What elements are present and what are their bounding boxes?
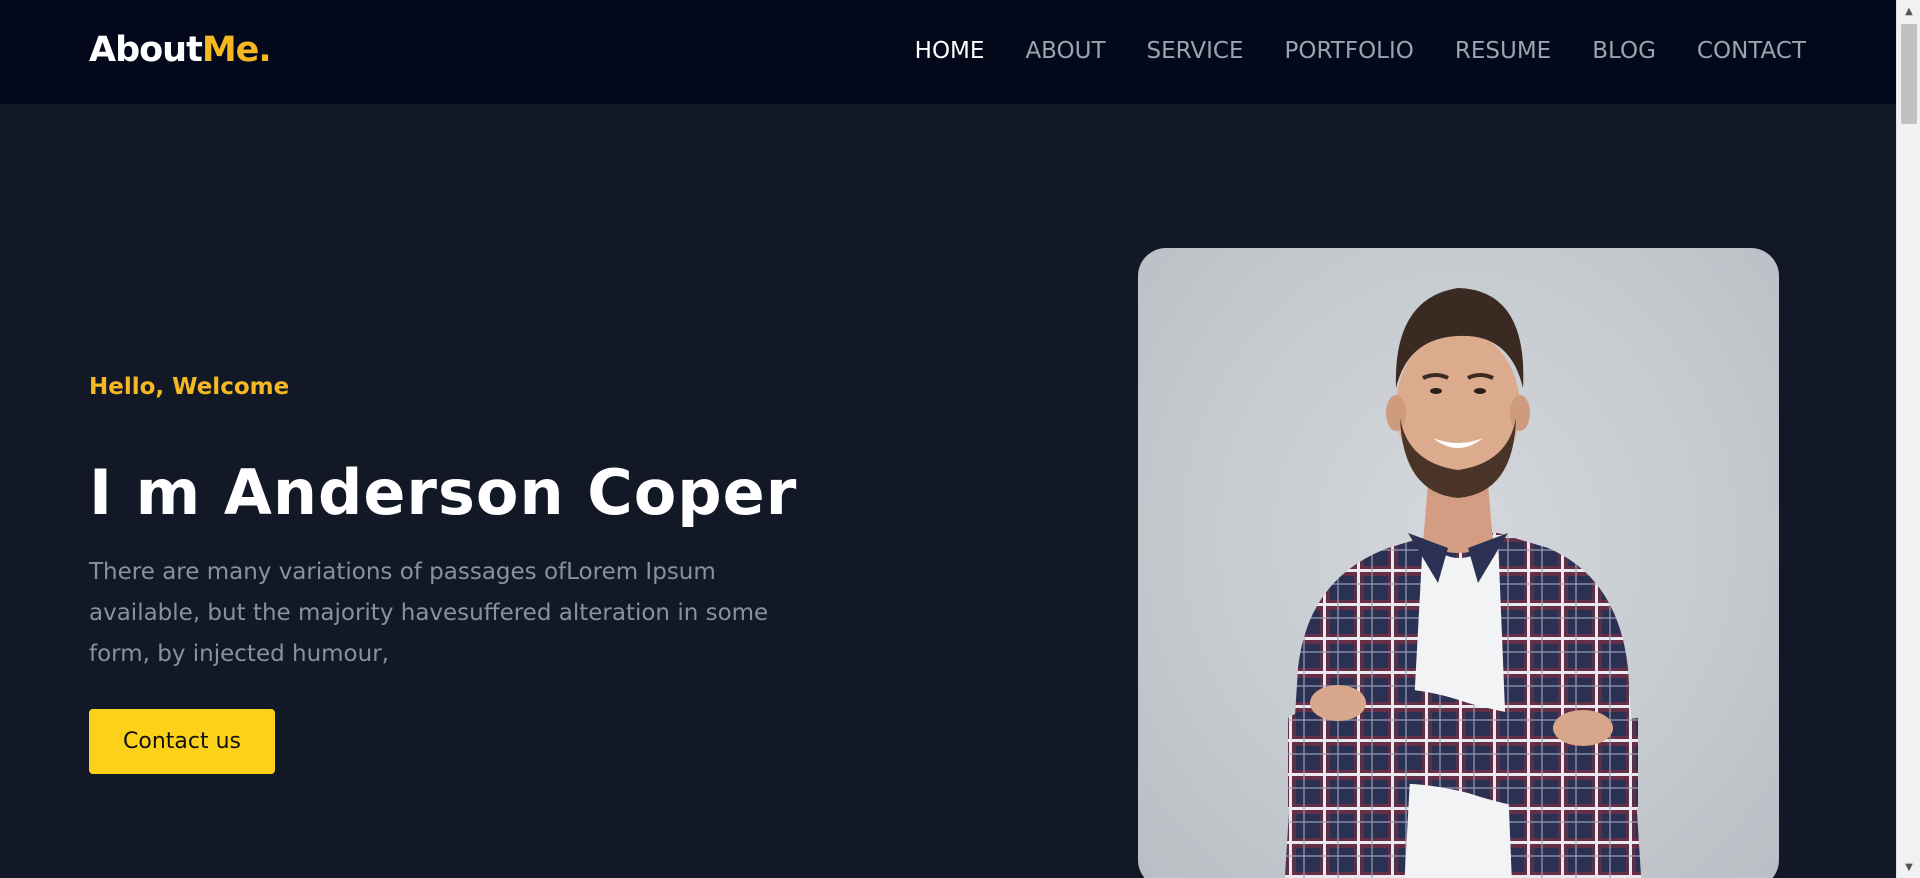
profile-photo — [1138, 248, 1779, 878]
scroll-up-arrow-icon[interactable]: ▲ — [1897, 2, 1920, 20]
site-logo[interactable]: AboutMe. — [89, 30, 272, 70]
nav-link-home[interactable]: HOME — [915, 38, 985, 64]
logo-accent-text: Me. — [201, 30, 272, 70]
hero-description: There are many variations of passages of… — [89, 559, 769, 667]
logo-main-text: About — [89, 30, 203, 70]
nav-link-blog[interactable]: BLOG — [1592, 38, 1656, 64]
navbar: AboutMe. HOME ABOUT SERVICE PORTFOLIO RE… — [0, 0, 1896, 104]
vertical-scrollbar[interactable]: ▲ ▼ — [1896, 0, 1920, 878]
scroll-down-arrow-icon[interactable]: ▼ — [1897, 858, 1920, 876]
hero-title: I m Anderson Coper — [89, 456, 798, 529]
nav-menu: HOME ABOUT SERVICE PORTFOLIO RESUME BLOG… — [915, 38, 1806, 64]
contact-us-button[interactable]: Contact us — [89, 709, 275, 774]
nav-link-portfolio[interactable]: PORTFOLIO — [1285, 38, 1414, 64]
nav-link-service[interactable]: SERVICE — [1147, 38, 1244, 64]
nav-link-about[interactable]: ABOUT — [1025, 38, 1105, 64]
nav-link-contact[interactable]: CONTACT — [1697, 38, 1806, 64]
scrollbar-thumb[interactable] — [1901, 24, 1917, 124]
nav-link-resume[interactable]: RESUME — [1455, 38, 1551, 64]
hero-greeting: Hello, Welcome — [89, 374, 290, 400]
person-illustration — [1284, 288, 1642, 878]
